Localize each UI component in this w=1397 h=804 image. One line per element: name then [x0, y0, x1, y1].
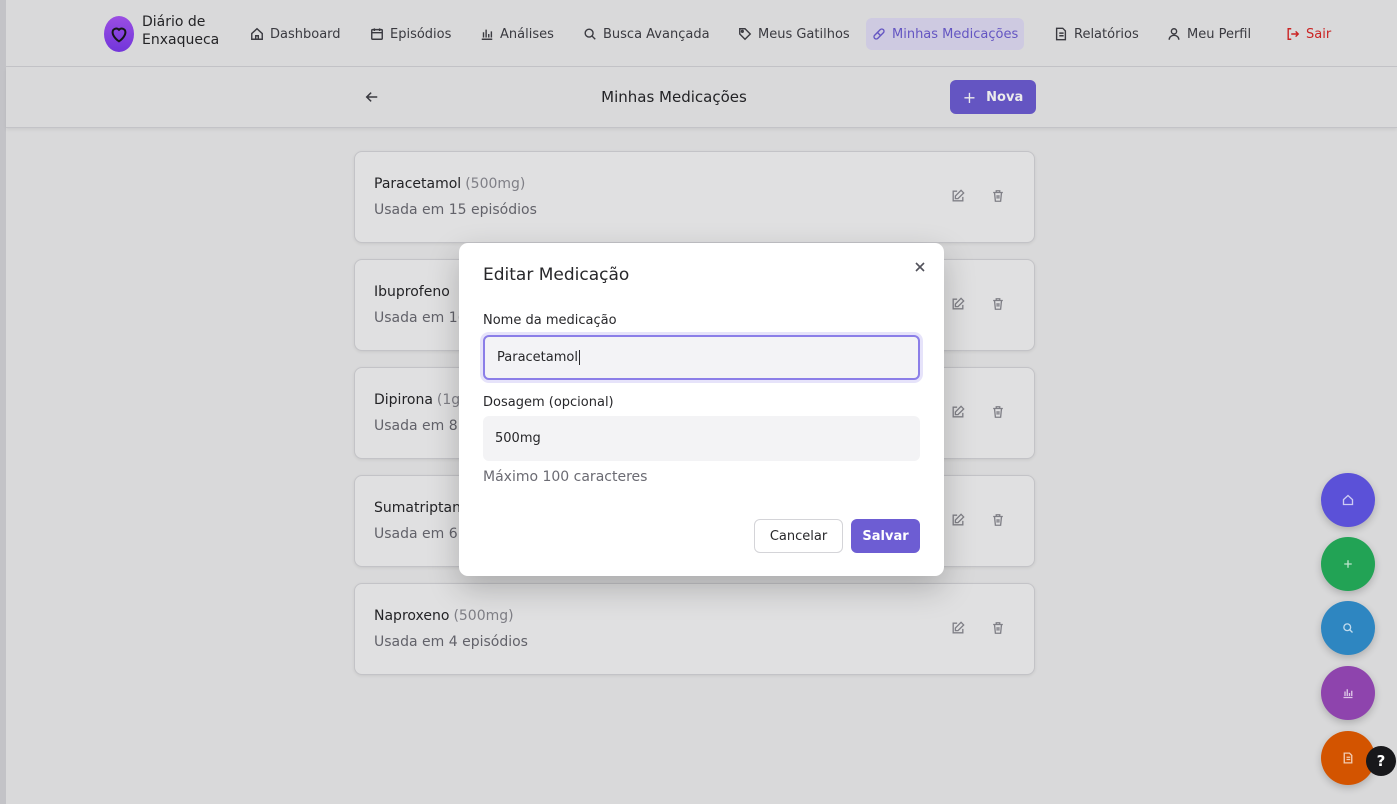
- name-input-value: Paracetamol: [497, 350, 578, 365]
- save-button[interactable]: Salvar: [851, 519, 920, 553]
- chart-icon: [1343, 689, 1353, 699]
- medication-name-input[interactable]: Paracetamol: [483, 335, 920, 380]
- fab-analytics[interactable]: [1321, 666, 1375, 720]
- fab-search[interactable]: [1321, 601, 1375, 655]
- document-icon: [1343, 752, 1353, 764]
- text-caret: [578, 350, 580, 365]
- plus-icon: [1344, 560, 1352, 568]
- search-icon: [1343, 623, 1353, 633]
- close-icon: [915, 262, 925, 272]
- dialog-title: Editar Medicação: [483, 265, 630, 285]
- app-page: Diário de Enxaqueca Dashboard Episódios …: [0, 0, 1397, 804]
- help-button[interactable]: ?: [1366, 746, 1396, 776]
- fab-home[interactable]: [1321, 473, 1375, 527]
- dose-field-label: Dosagem (opcional): [483, 395, 614, 410]
- close-button[interactable]: [912, 259, 928, 275]
- dose-input[interactable]: 500mg: [483, 416, 920, 461]
- edit-medication-dialog: Editar Medicação Nome da medicação Parac…: [459, 243, 944, 576]
- cancel-button[interactable]: Cancelar: [754, 519, 843, 553]
- home-icon: [1342, 494, 1354, 506]
- name-field-label: Nome da medicação: [483, 313, 617, 328]
- dose-hint: Máximo 100 caracteres: [483, 469, 648, 485]
- dose-input-value: 500mg: [495, 431, 541, 446]
- fab-add[interactable]: [1321, 537, 1375, 591]
